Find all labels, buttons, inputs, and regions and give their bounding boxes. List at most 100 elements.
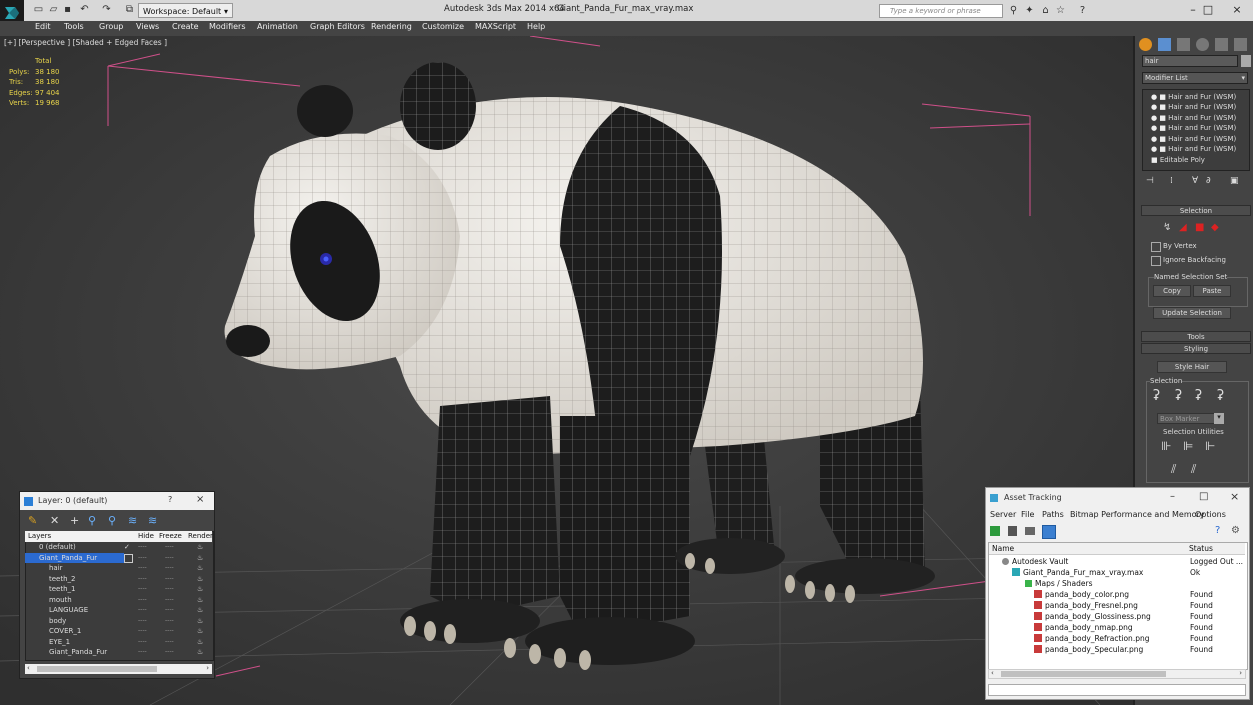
create-layer-icon[interactable]: ✎ [28, 514, 37, 527]
layer-row[interactable]: hair ---- ---- ♨ [25, 563, 211, 574]
layer-row[interactable]: mouth ---- ---- ♨ [25, 595, 211, 606]
freeze-toggle[interactable]: ---- [165, 647, 174, 658]
scroll-right-icon[interactable]: › [1239, 669, 1242, 677]
layer-row[interactable]: teeth_1 ---- ---- ♨ [25, 584, 211, 595]
asset-row[interactable]: panda_body_Glossiness.png Found [990, 611, 1244, 622]
menu-tools[interactable]: Tools [64, 22, 84, 31]
menu-modifiers[interactable]: Modifiers [209, 22, 246, 31]
hide-toggle[interactable]: ---- [138, 584, 147, 595]
asset-menu-server[interactable]: Server [990, 510, 1016, 519]
copy-button[interactable]: Copy [1153, 285, 1191, 297]
freeze-toggle[interactable]: ---- [165, 553, 174, 564]
modify-tab-icon[interactable] [1158, 38, 1171, 51]
render-teapot-icon[interactable]: ♨ [197, 647, 203, 658]
hide-toggle[interactable]: ---- [138, 637, 147, 648]
scroll-left-icon[interactable]: ‹ [991, 669, 994, 677]
pin-stack-icon[interactable]: ⊣ [1146, 176, 1154, 186]
ignore-backfacing-checkbox[interactable] [1151, 256, 1161, 266]
stack-item[interactable]: ● ■ Hair and Fur (WSM) [1151, 134, 1247, 144]
object-name-field[interactable]: hair [1142, 55, 1238, 67]
paste-button[interactable]: Paste [1193, 285, 1231, 297]
subscription-icon[interactable]: ✦ [1024, 5, 1035, 16]
asset-row[interactable]: panda_body_Refraction.png Found [990, 633, 1244, 644]
asset-horizontal-scrollbar[interactable]: ‹ › [988, 669, 1246, 679]
configure-sets-icon[interactable]: ▣ [1230, 176, 1239, 186]
render-teapot-icon[interactable]: ♨ [197, 616, 203, 627]
stack-item[interactable]: ● ■ Hair and Fur (WSM) [1151, 144, 1247, 154]
render-teapot-icon[interactable]: ♨ [197, 574, 203, 585]
menu-graph-editors[interactable]: Graph Editors [310, 22, 365, 31]
freeze-toggle[interactable]: ---- [165, 574, 174, 585]
layer-row[interactable]: COVER_1 ---- ---- ♨ [25, 626, 211, 637]
stack-item[interactable]: ● ■ Hair and Fur (WSM) [1151, 113, 1247, 123]
favorites-icon[interactable]: ☆ [1055, 5, 1066, 16]
add-to-layer-icon[interactable]: + [70, 514, 79, 527]
asset-row[interactable]: panda_body_Fresnel.png Found [990, 600, 1244, 611]
hide-toggle[interactable]: ---- [138, 605, 147, 616]
hide-toggle[interactable]: ---- [138, 626, 147, 637]
asset-row[interactable]: panda_body_Specular.png Found [990, 644, 1244, 655]
asset-menu-options[interactable]: Options [1195, 510, 1226, 519]
close-icon[interactable]: × [1230, 490, 1239, 503]
open-file-icon[interactable]: ▱ [48, 4, 59, 15]
styling-rollout[interactable]: Styling [1141, 343, 1251, 354]
show-hidden-icon[interactable]: ⫽ [1191, 462, 1196, 477]
asset-row[interactable]: panda_body_nmap.png Found [990, 622, 1244, 633]
maximize-icon[interactable]: □ [1193, 2, 1223, 18]
select-objects-icon[interactable]: ⚲ [88, 514, 96, 527]
layer-row[interactable]: body ---- ---- ♨ [25, 616, 211, 627]
render-teapot-icon[interactable]: ♨ [197, 637, 203, 648]
asset-row[interactable]: panda_body_color.png Found [990, 589, 1244, 600]
col-render[interactable]: Render [188, 531, 213, 542]
select-hair-by-ends-icon[interactable]: ʡ [1153, 388, 1160, 404]
maximize-icon[interactable]: □ [1199, 491, 1208, 502]
hide-all-layers-icon[interactable]: ≋ [128, 514, 137, 527]
freeze-toggle[interactable]: ---- [165, 616, 174, 627]
face-icon[interactable]: ◢ [1179, 222, 1187, 233]
scroll-left-icon[interactable]: ‹ [27, 664, 30, 672]
binoculars-icon[interactable]: ⚲ [1008, 5, 1019, 16]
layer-dialog-header[interactable]: Layer: 0 (default) ? × [20, 492, 214, 510]
col-freeze[interactable]: Freeze [159, 531, 182, 542]
guides-icon[interactable]: ↯ [1163, 222, 1171, 233]
scrollbar-thumb[interactable] [37, 666, 157, 672]
current-layer-checkbox[interactable] [124, 554, 133, 563]
stack-item[interactable]: ● ■ Hair and Fur (WSM) [1151, 102, 1247, 112]
col-name[interactable]: Name [992, 543, 1014, 554]
make-unique-icon[interactable]: ∀ [1192, 176, 1198, 186]
menu-help[interactable]: Help [527, 22, 545, 31]
file-icon[interactable] [1008, 526, 1017, 536]
freeze-toggle[interactable]: ---- [165, 626, 174, 637]
layer-row[interactable]: Giant_Panda_Fur ---- ---- ♨ [25, 552, 211, 564]
style-hair-button[interactable]: Style Hair [1157, 361, 1227, 373]
vault-refresh-icon[interactable] [990, 526, 1000, 536]
invert-selection-icon[interactable]: ⊪ [1161, 439, 1171, 453]
render-teapot-icon[interactable]: ♨ [197, 553, 203, 564]
select-by-root-icon[interactable]: ʡ [1217, 388, 1224, 404]
utilities-tab-icon[interactable] [1234, 38, 1247, 51]
object-color-swatch[interactable] [1241, 55, 1251, 67]
chevron-down-icon[interactable]: ▾ [1214, 413, 1224, 424]
new-file-icon[interactable]: ▭ [33, 4, 44, 15]
redo-icon[interactable]: ↷ [101, 4, 112, 15]
hide-toggle[interactable]: ---- [138, 647, 147, 658]
viewport-label[interactable]: [+] [Perspective ] [Shaded + Edged Faces… [4, 38, 167, 47]
col-status[interactable]: Status [1189, 543, 1213, 554]
table-view-icon[interactable] [1042, 525, 1056, 539]
save-icon[interactable]: ▪ [62, 4, 73, 15]
menu-rendering[interactable]: Rendering [371, 22, 412, 31]
render-teapot-icon[interactable]: ♨ [197, 605, 203, 616]
asset-row[interactable]: Maps / Shaders [990, 578, 1244, 589]
col-layers[interactable]: Layers [28, 531, 51, 542]
freeze-toggle[interactable]: ---- [165, 595, 174, 606]
by-vertex-checkbox[interactable] [1151, 242, 1161, 252]
freeze-toggle[interactable]: ---- [165, 542, 174, 553]
layer-row[interactable]: LANGUAGE ---- ---- ♨ [25, 605, 211, 616]
menu-group[interactable]: Group [99, 22, 123, 31]
select-guide-vertices-icon[interactable]: ʡ [1195, 388, 1202, 404]
motion-tab-icon[interactable] [1196, 38, 1209, 51]
polygon-icon[interactable]: ■ [1195, 222, 1204, 233]
freeze-all-layers-icon[interactable]: ≋ [148, 514, 157, 527]
menu-customize[interactable]: Customize [422, 22, 464, 31]
settings-icon[interactable]: ⚙ [1231, 525, 1240, 536]
